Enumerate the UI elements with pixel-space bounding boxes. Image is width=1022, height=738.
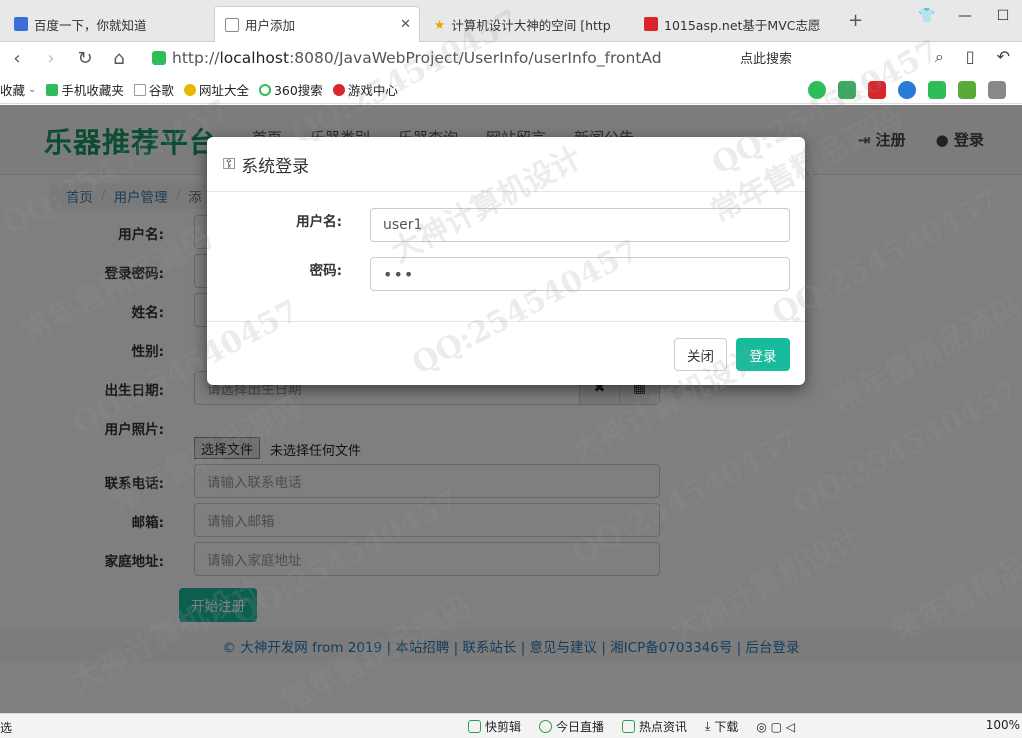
tab-label: 1015asp.net基于MVC志愿 (664, 17, 821, 33)
shield-icon[interactable] (958, 81, 976, 99)
new-tab-icon[interactable]: + (848, 10, 863, 31)
modal-title: 系统登录 (241, 156, 310, 177)
bookmark-item[interactable]: 360搜索 (258, 80, 323, 99)
key-icon: ⚿ (223, 154, 236, 173)
page-icon (133, 83, 146, 96)
tab-label: 百度一下，你就知道 (34, 17, 147, 33)
close-icon[interactable]: ✕ (400, 17, 411, 32)
globe-icon (183, 83, 196, 96)
status-item[interactable]: 今日直播 (539, 718, 604, 735)
phone-icon[interactable]: ▯ (966, 47, 975, 67)
extension-icon[interactable] (808, 81, 826, 99)
baidu-paw-icon (14, 17, 28, 31)
username-label: 用户名: (296, 214, 342, 230)
translate-icon[interactable] (838, 81, 856, 99)
game-icon (332, 83, 345, 96)
search-icon[interactable]: ⌕ (935, 47, 944, 67)
bookmark-item[interactable]: 手机收藏夹 (46, 80, 124, 99)
tab-asp[interactable]: 1015asp.net基于MVC志愿 (634, 6, 844, 42)
status-item[interactable]: 快剪辑 (468, 718, 521, 735)
login-username-input[interactable]: user1 (370, 208, 790, 242)
download-icon: ⤓ (705, 719, 711, 733)
star-icon: ★ (434, 16, 446, 32)
360-search-icon (258, 83, 271, 96)
tools-icon[interactable] (868, 81, 886, 99)
page-icon (225, 17, 239, 32)
login-button[interactable]: 登录 (736, 338, 790, 371)
site-icon (644, 17, 658, 31)
menu-icon[interactable] (988, 81, 1006, 99)
url-text: http://localhost:8080/JavaWebProject/Use… (172, 49, 662, 67)
minimize-icon[interactable]: — (946, 8, 984, 24)
game-icon[interactable] (928, 81, 946, 99)
status-item[interactable]: 热点资讯 (622, 718, 687, 735)
mobile-icon (46, 83, 59, 96)
extension-icons (808, 81, 1006, 99)
forward-icon[interactable]: › (34, 48, 68, 69)
search-hint[interactable]: 点此搜索 (740, 48, 792, 67)
browser-tabbar: 百度一下，你就知道 用户添加 ✕ ★ 计算机设计大神的空间 [http 1015… (0, 0, 1022, 42)
shield-icon (152, 51, 166, 65)
shirt-icon[interactable]: 👕 (908, 8, 946, 24)
modal-footer: 关闭 登录 (207, 321, 805, 385)
bookmarks-bar: 收藏 ⌄ 手机收藏夹 谷歌 网址大全 360搜索 游戏中心 (0, 76, 1022, 104)
close-button[interactable]: 关闭 (674, 338, 727, 371)
maximize-icon[interactable]: ☐ (984, 8, 1022, 24)
window-controls: 👕 — ☐ (908, 8, 1022, 24)
tab-user-add[interactable]: 用户添加 ✕ (214, 6, 420, 42)
status-icons: ◎ ▢ ◁ (756, 719, 796, 734)
live-icon (539, 720, 553, 733)
home-icon[interactable]: ⌂ (102, 48, 136, 69)
tab-baidu[interactable]: 百度一下，你就知道 (4, 6, 212, 42)
browser-navbar: ‹ › ↻ ⌂ http://localhost:8080/JavaWebPro… (0, 42, 1022, 74)
status-item[interactable]: ⤓ 下载 (705, 718, 738, 735)
undo-icon[interactable]: ↶ (997, 47, 1010, 67)
news-icon (622, 720, 636, 733)
password-label: 密码: (309, 263, 342, 279)
login-password-input[interactable]: ••• (370, 257, 790, 291)
search-icon[interactable] (898, 81, 916, 99)
status-bar: 选 快剪辑 今日直播 热点资讯 ⤓ 下载 ◎ ▢ ◁ 100% (0, 713, 1022, 738)
bookmark-item[interactable]: 游戏中心 (332, 80, 398, 99)
nav-right-icons: ⌕ ▯ ↶ (935, 47, 1010, 67)
bookmark-item[interactable]: 网址大全 (183, 80, 249, 99)
status-items: 快剪辑 今日直播 热点资讯 ⤓ 下载 ◎ ▢ ◁ (468, 718, 795, 735)
modal-header: ⚿ 系统登录 (207, 137, 805, 192)
bookmark-item[interactable]: 收藏 ⌄ (0, 80, 36, 99)
reload-icon[interactable]: ↻ (68, 48, 102, 69)
bookmark-item[interactable]: 谷歌 (133, 80, 174, 99)
tab-label: 计算机设计大神的空间 [http (451, 17, 611, 33)
address-bar[interactable]: http://localhost:8080/JavaWebProject/Use… (152, 45, 724, 71)
tab-space[interactable]: ★ 计算机设计大神的空间 [http (424, 6, 630, 42)
back-icon[interactable]: ‹ (0, 48, 34, 69)
login-modal: ⚿ 系统登录 用户名: user1 密码: ••• 关闭 登录 (207, 137, 805, 385)
tab-label: 用户添加 (245, 18, 296, 33)
status-text: 选 (0, 721, 13, 735)
video-icon (468, 720, 481, 733)
zoom-level[interactable]: 100% (986, 718, 1020, 732)
